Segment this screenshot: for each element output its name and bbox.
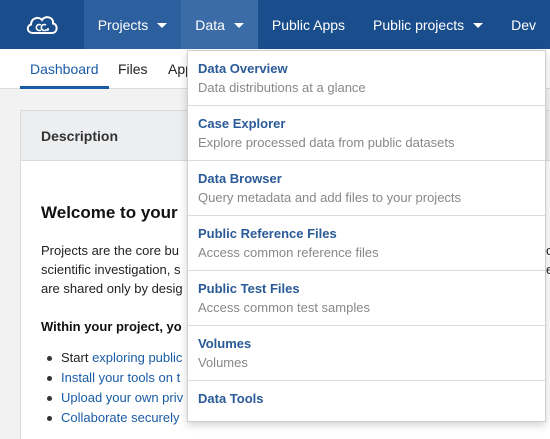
menu-item-case-explorer[interactable]: Case Explorer Explore processed data fro… [188,106,545,161]
explore-public-data-link[interactable]: exploring public [92,350,182,365]
caret-down-icon [157,23,168,28]
within-project-heading: Within your project, yo [41,319,182,334]
intro-line-end: e [546,262,550,277]
nav-dev-label: Dev [511,16,536,33]
nav-dev[interactable]: Dev [497,0,550,49]
menu-item-title: Data Browser [198,171,282,186]
caret-down-icon [473,23,484,28]
upload-private-data-link[interactable]: Upload your own priv [61,390,183,405]
menu-item-public-test-files[interactable]: Public Test Files Access common test sam… [188,271,545,326]
menu-item-data-browser[interactable]: Data Browser Query metadata and add file… [188,161,545,216]
intro-line: Projects are the core bu [41,243,180,258]
menu-item-description: Volumes [198,355,248,370]
menu-item-volumes[interactable]: Volumes Volumes [188,326,545,381]
nav-public-apps-label: Public Apps [271,16,346,33]
nav-data-label: Data [195,16,225,33]
menu-item-description: Access common test samples [198,300,370,315]
top-navbar: Projects Data Public Apps Public project… [0,0,550,49]
tab-dashboard[interactable]: Dashboard [20,49,109,89]
nav-projects-label: Projects [97,16,149,33]
nav-public-projects-label: Public projects [373,16,465,33]
getting-started-list: Start exploring public Install your tool… [45,348,183,428]
list-item: Upload your own priv [45,388,183,408]
menu-item-public-reference-files[interactable]: Public Reference Files Access common ref… [188,216,545,271]
list-item: Start exploring public [45,348,183,368]
menu-item-data-overview[interactable]: Data Overview Data distributions at a gl… [188,51,545,106]
nav-projects[interactable]: Projects [83,0,182,49]
menu-item-title: Volumes [198,336,252,351]
menu-item-title: Public Reference Files [198,226,337,241]
tab-files-label: Files [118,61,148,77]
menu-item-title: Public Test Files [198,281,300,296]
menu-item-description: Query metadata and add files to your pro… [198,190,462,205]
welcome-heading: Welcome to your [41,203,178,222]
menu-item-data-tools[interactable]: Data Tools [188,381,545,436]
list-item: Collaborate securely [45,408,183,428]
nav-public-projects[interactable]: Public projects [359,0,497,49]
tab-dashboard-label: Dashboard [30,61,99,77]
menu-item-description: Access common reference files [198,245,379,260]
collaborate-link[interactable]: Collaborate securely [61,410,180,425]
cloud-logo-icon [26,15,58,34]
menu-item-title: Data Tools [198,391,264,406]
data-dropdown-menu: Data Overview Data distributions at a gl… [187,50,546,422]
intro-paragraph-overflow: o e [546,241,550,279]
nav-public-apps[interactable]: Public Apps [258,0,359,49]
intro-paragraph: Projects are the core bu scientific inve… [41,241,183,298]
intro-line: scientific investigation, s [41,262,181,277]
tab-files[interactable]: Files [118,49,148,89]
list-item: Install your tools on t [45,368,183,388]
menu-item-title: Case Explorer [198,116,286,131]
nav-data[interactable]: Data [181,0,258,49]
install-tools-link[interactable]: Install your tools on t [61,370,180,385]
menu-item-description: Explore processed data from public datas… [198,135,455,150]
menu-item-title: Data Overview [198,61,288,76]
list-item-prefix: Start [61,350,93,365]
caret-down-icon [233,23,244,28]
logo[interactable] [0,0,84,49]
intro-line: are shared only by desig [41,281,183,296]
menu-item-description: Data distributions at a glance [198,80,366,95]
intro-line-end: o [546,243,550,258]
